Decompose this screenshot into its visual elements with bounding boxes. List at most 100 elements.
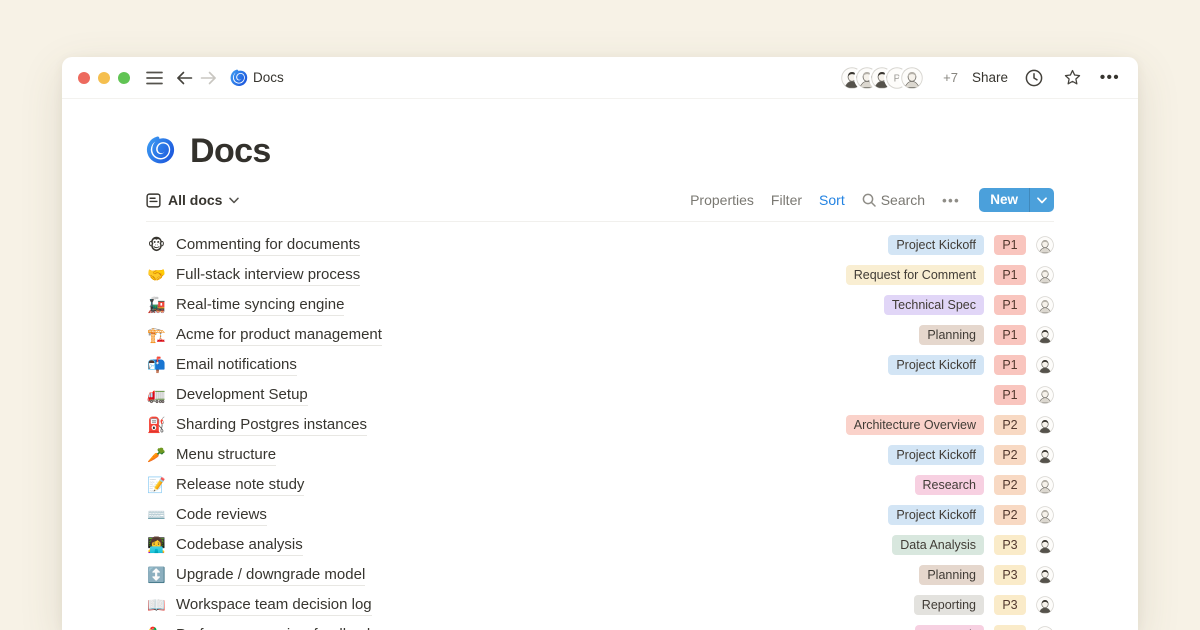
- doc-type-tag[interactable]: Architecture Overview: [846, 415, 984, 435]
- doc-row[interactable]: 🥕 Menu structure Project Kickoff P2: [146, 440, 1054, 470]
- collaborator-avatars[interactable]: P: [841, 67, 923, 89]
- doc-title-link[interactable]: Commenting for documents: [176, 235, 360, 256]
- doc-title-link[interactable]: Sharding Postgres instances: [176, 415, 367, 436]
- view-toolbar: Properties Filter Sort Search ••• New: [690, 188, 1054, 212]
- priority-badge[interactable]: P1: [994, 325, 1026, 345]
- doc-row[interactable]: 👩‍💻 Codebase analysis Data Analysis P3: [146, 530, 1054, 560]
- assignee-avatar[interactable]: [1036, 506, 1054, 524]
- priority-badge[interactable]: P3: [994, 565, 1026, 585]
- assignee-avatar[interactable]: [1036, 476, 1054, 494]
- sort-button[interactable]: Sort: [819, 192, 845, 208]
- priority-badge[interactable]: P2: [994, 415, 1026, 435]
- assignee-avatar[interactable]: [1036, 416, 1054, 434]
- priority-badge[interactable]: P1: [994, 295, 1026, 315]
- new-button[interactable]: New: [979, 188, 1054, 212]
- minimize-window-button[interactable]: [98, 72, 110, 84]
- avatar-overflow-count: +7: [943, 70, 958, 85]
- up-down-arrow-emoji: ↕️: [146, 568, 167, 583]
- doc-type-tag[interactable]: Technical Spec: [884, 295, 984, 315]
- new-button-chevron[interactable]: [1029, 188, 1054, 212]
- window-more-icon[interactable]: •••: [1098, 66, 1122, 90]
- zoom-window-button[interactable]: [118, 72, 130, 84]
- assignee-avatar[interactable]: [1036, 326, 1054, 344]
- priority-badge[interactable]: P3: [994, 535, 1026, 555]
- doc-row[interactable]: 🦜 Performance review feedback Research P…: [146, 620, 1054, 630]
- assignee-avatar[interactable]: [1036, 596, 1054, 614]
- mailbox-with-mail-emoji: 📬: [146, 358, 167, 373]
- assignee-avatar[interactable]: [1036, 236, 1054, 254]
- doc-type-tag[interactable]: Planning: [919, 565, 984, 585]
- doc-type-tag[interactable]: Project Kickoff: [888, 445, 984, 465]
- forward-arrow-icon[interactable]: [196, 66, 220, 90]
- doc-row[interactable]: ⛽ Sharding Postgres instances Architectu…: [146, 410, 1054, 440]
- doc-title-link[interactable]: Code reviews: [176, 505, 267, 526]
- chevron-down-icon: [229, 197, 239, 204]
- doc-title-link[interactable]: Codebase analysis: [176, 535, 303, 556]
- priority-badge[interactable]: P1: [994, 385, 1026, 405]
- doc-row[interactable]: 🏗️ Acme for product management Planning …: [146, 320, 1054, 350]
- assignee-avatar[interactable]: [1036, 536, 1054, 554]
- doc-row[interactable]: 📬 Email notifications Project Kickoff P1: [146, 350, 1054, 380]
- doc-title-link[interactable]: Real-time syncing engine: [176, 295, 344, 316]
- doc-row[interactable]: ↕️ Upgrade / downgrade model Planning P3: [146, 560, 1054, 590]
- doc-row[interactable]: 🚂 Real-time syncing engine Technical Spe…: [146, 290, 1054, 320]
- doc-title-link[interactable]: Release note study: [176, 475, 304, 496]
- chevron-down-icon: [1037, 197, 1047, 204]
- assignee-avatar[interactable]: [1036, 386, 1054, 404]
- view-switcher[interactable]: All docs: [146, 192, 239, 208]
- view-switcher-label: All docs: [168, 192, 222, 208]
- priority-badge[interactable]: P1: [994, 235, 1026, 255]
- history-clock-icon[interactable]: [1022, 66, 1046, 90]
- doc-title-link[interactable]: Performance review feedback: [176, 625, 374, 630]
- doc-row[interactable]: 🚛 Development Setup P1: [146, 380, 1054, 410]
- priority-badge[interactable]: P2: [994, 445, 1026, 465]
- assignee-avatar[interactable]: [1036, 626, 1054, 630]
- priority-badge[interactable]: P2: [994, 505, 1026, 525]
- priority-badge[interactable]: P1: [994, 355, 1026, 375]
- doc-title-link[interactable]: Email notifications: [176, 355, 297, 376]
- priority-badge[interactable]: P3: [994, 595, 1026, 615]
- search-button[interactable]: Search: [862, 192, 925, 208]
- doc-row[interactable]: 📖 Workspace team decision log Reporting …: [146, 590, 1054, 620]
- doc-title-link[interactable]: Workspace team decision log: [176, 595, 372, 616]
- back-arrow-icon[interactable]: [172, 66, 196, 90]
- doc-row[interactable]: 📝 Release note study Research P2: [146, 470, 1054, 500]
- doc-type-tag[interactable]: Project Kickoff: [888, 505, 984, 525]
- assignee-avatar[interactable]: [1036, 356, 1054, 374]
- doc-type-tag[interactable]: Project Kickoff: [888, 235, 984, 255]
- window-topbar: Docs P +7 Share: [62, 57, 1138, 99]
- doc-type-tag[interactable]: Research: [915, 475, 985, 495]
- toolbar-more-icon[interactable]: •••: [942, 193, 960, 208]
- doc-type-tag[interactable]: Data Analysis: [892, 535, 984, 555]
- doc-title-link[interactable]: Development Setup: [176, 385, 308, 406]
- view-bar: All docs Properties Filter Sort Search •…: [146, 188, 1054, 222]
- new-button-label[interactable]: New: [979, 188, 1029, 212]
- priority-badge[interactable]: P3: [994, 625, 1026, 630]
- doc-type-tag[interactable]: Planning: [919, 325, 984, 345]
- doc-row[interactable]: ⌨️ Code reviews Project Kickoff P2: [146, 500, 1054, 530]
- assignee-avatar[interactable]: [1036, 566, 1054, 584]
- doc-type-tag[interactable]: Request for Comment: [846, 265, 984, 285]
- priority-badge[interactable]: P1: [994, 265, 1026, 285]
- collaborator-avatar[interactable]: [901, 67, 923, 89]
- doc-type-tag[interactable]: Reporting: [914, 595, 984, 615]
- properties-button[interactable]: Properties: [690, 192, 754, 208]
- doc-row[interactable]: 🐵 Commenting for documents Project Kicko…: [146, 230, 1054, 260]
- filter-button[interactable]: Filter: [771, 192, 802, 208]
- sidebar-menu-icon[interactable]: [142, 66, 166, 90]
- assignee-avatar[interactable]: [1036, 266, 1054, 284]
- close-window-button[interactable]: [78, 72, 90, 84]
- assignee-avatar[interactable]: [1036, 446, 1054, 464]
- assignee-avatar[interactable]: [1036, 296, 1054, 314]
- handshake-emoji: 🤝: [146, 268, 167, 283]
- doc-title-link[interactable]: Upgrade / downgrade model: [176, 565, 365, 586]
- doc-title-link[interactable]: Full-stack interview process: [176, 265, 360, 286]
- priority-badge[interactable]: P2: [994, 475, 1026, 495]
- doc-type-tag[interactable]: Research: [915, 625, 985, 630]
- share-button[interactable]: Share: [972, 70, 1008, 85]
- doc-title-link[interactable]: Acme for product management: [176, 325, 382, 346]
- doc-row[interactable]: 🤝 Full-stack interview process Request f…: [146, 260, 1054, 290]
- doc-title-link[interactable]: Menu structure: [176, 445, 276, 466]
- favorite-star-icon[interactable]: [1060, 66, 1084, 90]
- doc-type-tag[interactable]: Project Kickoff: [888, 355, 984, 375]
